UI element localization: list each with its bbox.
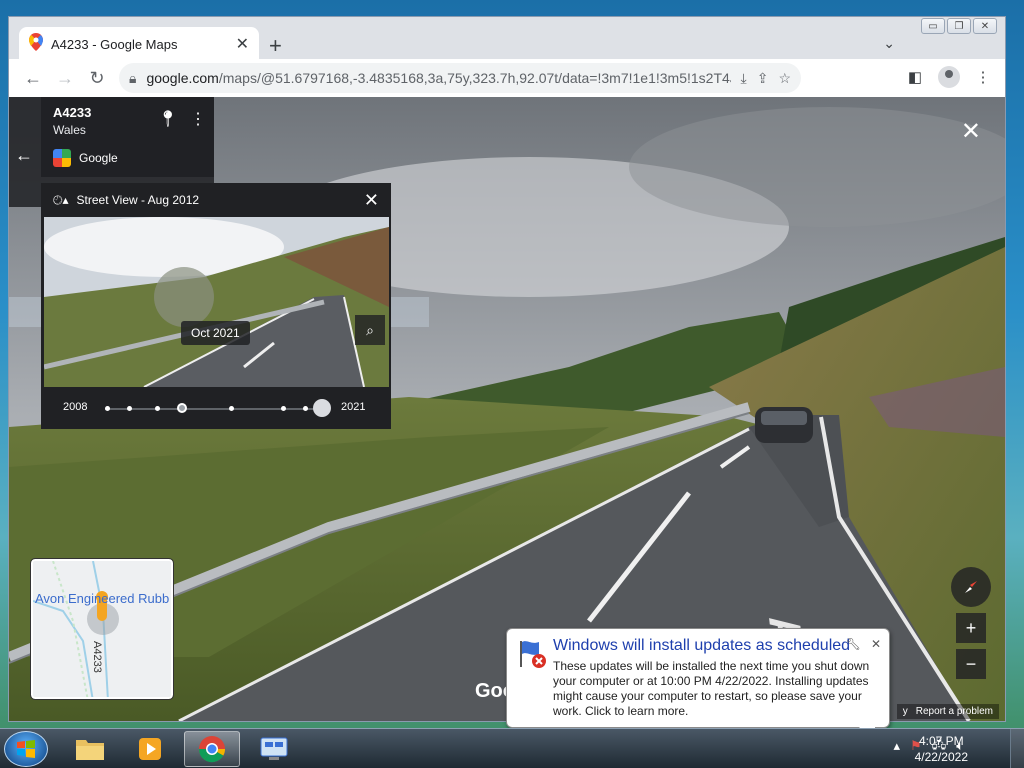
history-icon[interactable]: 🕘︎▴	[53, 193, 69, 208]
address-bar[interactable]: 🔒︎ google.com/maps/@51.6797168,-3.483516…	[119, 63, 801, 93]
maps-pin-icon	[29, 32, 43, 56]
avatar-icon	[938, 66, 960, 88]
share-icon[interactable]: ⇪	[757, 70, 769, 87]
lock-icon[interactable]: 🔒︎	[129, 70, 136, 87]
compass-icon[interactable]	[951, 567, 991, 607]
side-panel-icon[interactable]: ◧	[901, 63, 929, 91]
windows-logo-icon	[17, 740, 35, 758]
attribution-label: Google	[79, 151, 118, 165]
location-pin-icon[interactable]: 📍︎	[158, 109, 178, 129]
timeline-slider[interactable]: 2008 2021	[41, 393, 391, 423]
minimap-road-label: A4233	[91, 641, 103, 673]
taskbar-media-player[interactable]	[122, 731, 178, 767]
tab-google-maps[interactable]: A4233 - Google Maps ✕	[19, 27, 259, 61]
back-button[interactable]: ←	[17, 62, 49, 94]
browser-toolbar: ← → ↻ 🔒︎ google.com/maps/@51.6797168,-3.…	[9, 59, 1005, 97]
tab-title: A4233 - Google Maps	[51, 36, 178, 52]
notification-title: Windows will install updates as schedule…	[553, 637, 851, 654]
minimap-roads	[33, 561, 171, 697]
place-card: A4233 Wales Google 📍︎ ⋮	[41, 97, 214, 177]
taskbar-chrome[interactable]	[184, 731, 240, 767]
time-machine-title: Street View - Aug 2012	[76, 193, 200, 207]
timeline-stop[interactable]	[127, 406, 132, 411]
close-notification-icon[interactable]: ✕	[871, 637, 881, 651]
show-hidden-icons-icon[interactable]: ▴	[894, 738, 901, 754]
options-wrench-icon[interactable]: 🔧︎	[846, 637, 861, 651]
timeline-stop[interactable]	[105, 406, 110, 411]
close-time-machine-icon[interactable]: ✕	[364, 190, 379, 211]
tab-search-chevron-icon[interactable]: ⌄	[883, 35, 895, 52]
navigation-controls: + −	[951, 567, 991, 679]
taskbar-explorer[interactable]	[62, 731, 118, 767]
timeline-thumb[interactable]	[313, 399, 331, 417]
tab-close-icon[interactable]: ✕	[236, 34, 249, 54]
google-logo-icon	[53, 149, 71, 167]
minimap[interactable]: Avon Engineered Rubb A4233	[30, 558, 174, 700]
reload-button[interactable]: ↻	[81, 62, 113, 94]
network-app-icon	[260, 737, 288, 760]
notification-actions: 🔧︎ ✕	[846, 637, 881, 651]
taskbar-network-app[interactable]	[246, 731, 302, 767]
minimap-place-label: Avon Engineered Rubb	[35, 591, 170, 606]
install-icon[interactable]: ⤓	[741, 70, 747, 87]
timeline-track[interactable]	[105, 408, 327, 410]
url-path: /maps/@51.6797168,-3.4835168,3a,75y,323.…	[218, 70, 731, 86]
media-player-icon	[139, 738, 161, 760]
windows-update-flag-icon	[517, 639, 547, 674]
toolbar-right: ◧ ⋮	[901, 63, 997, 91]
url-host: google.com	[146, 70, 219, 86]
time-machine-header: 🕘︎▴ Street View - Aug 2012 ✕	[41, 183, 391, 217]
imagery-attribution: Google	[53, 149, 202, 167]
notification-body: These updates will be installed the next…	[553, 659, 870, 718]
back-arrow-icon[interactable]: ←	[15, 145, 33, 166]
time-machine-panel: 🕘︎▴ Street View - Aug 2012 ✕ Oct 2021 ⌕ …	[41, 183, 391, 429]
selected-date-badge: Oct 2021	[181, 321, 250, 345]
timeline-stop[interactable]	[281, 406, 286, 411]
browser-window: ▭ ❐ ✕ A4233 - Google Maps ✕ + ⌄ ← → ↻ 🔒︎…	[8, 16, 1006, 722]
footer-partial-text: y	[902, 706, 908, 717]
windows-update-notification[interactable]: 🔧︎ ✕ Windows will install updates as sch…	[506, 628, 890, 743]
timeline-start-year: 2008	[63, 401, 88, 413]
clock-date: 4/22/2022	[914, 750, 968, 764]
bookmark-star-icon[interactable]: ☆	[778, 70, 791, 87]
profile-avatar[interactable]	[935, 63, 963, 91]
map-footer: y Report a problem	[896, 704, 999, 719]
timeline-stop[interactable]	[155, 406, 160, 411]
timeline-end-year: 2021	[341, 401, 366, 413]
clock-time: 4:07 PM	[918, 734, 964, 748]
taskbar-clock[interactable]: 4:07 PM 4/22/2022	[915, 733, 968, 765]
url-text[interactable]: google.com/maps/@51.6797168,-3.4835168,3…	[146, 70, 730, 86]
taskbar: ▴ ⚑ 🖧︎ 🔈︎ 4:07 PM 4/22/2022	[0, 728, 1024, 768]
start-button[interactable]	[4, 731, 48, 767]
timeline-current-stop[interactable]	[177, 403, 187, 413]
time-machine-preview[interactable]	[44, 217, 389, 387]
chrome-icon	[198, 736, 226, 763]
close-street-view-icon[interactable]: ✕	[961, 117, 981, 146]
show-desktop-button[interactable]	[1010, 729, 1024, 768]
report-problem-link[interactable]: Report a problem	[916, 706, 993, 717]
menu-kebab-icon[interactable]: ⋮	[969, 63, 997, 91]
new-tab-button[interactable]: +	[269, 33, 282, 59]
tab-bar: A4233 - Google Maps ✕ + ⌄	[9, 25, 1005, 61]
card-actions: 📍︎ ⋮	[158, 109, 206, 129]
timeline-stop[interactable]	[229, 406, 234, 411]
timeline-stop[interactable]	[303, 406, 308, 411]
zoom-in-preview-icon[interactable]: ⌕	[355, 315, 385, 345]
folder-icon	[76, 740, 104, 760]
zoom-in-button[interactable]: +	[956, 613, 986, 643]
zoom-out-button[interactable]: −	[956, 649, 986, 679]
forward-button[interactable]: →	[49, 62, 81, 94]
more-options-icon[interactable]: ⋮	[190, 109, 206, 129]
